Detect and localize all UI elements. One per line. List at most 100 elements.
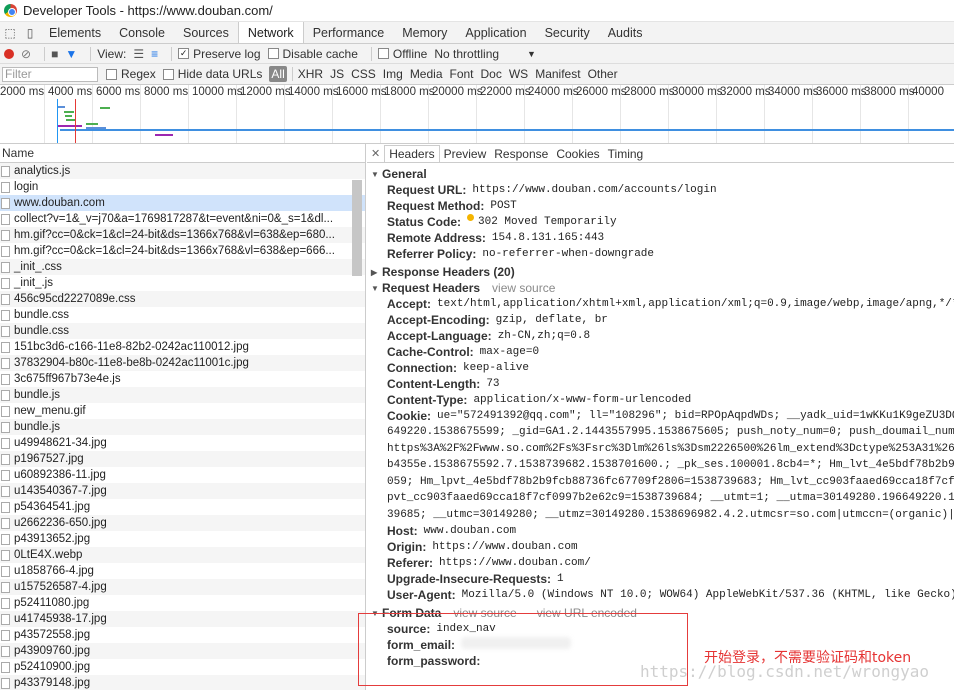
header-value: ue="572491392@qq.com"; ll="108296"; bid=… [437,410,954,422]
request-headers-section-header[interactable]: ▼ Request Headers view source [367,280,954,296]
filter-type-doc[interactable]: Doc [481,67,502,81]
checkbox-icon [162,68,174,80]
request-row[interactable]: p52410900.jpg [0,659,365,675]
request-row[interactable]: p43379148.jpg [0,675,365,690]
request-row[interactable]: login [0,179,365,195]
window-titlebar: Developer Tools - https://www.douban.com… [0,0,954,22]
overview-button[interactable]: ≡ [151,47,158,61]
request-row[interactable]: u2662236-650.jpg [0,515,365,531]
filter-type-ws[interactable]: WS [509,67,528,81]
file-icon [1,213,10,225]
tab-security[interactable]: Security [536,22,599,43]
header-value: 1 [557,573,564,585]
request-row[interactable]: p1967527.jpg [0,451,365,467]
request-row[interactable]: analytics.js [0,163,365,179]
response-headers-section-header[interactable]: ▶ Response Headers (20) [367,264,954,280]
general-section-header[interactable]: ▼ General [367,166,954,182]
capture-screenshots-button[interactable]: ■ [51,47,58,61]
request-list-scrollbar[interactable] [352,180,362,276]
filter-type-all[interactable]: All [269,66,287,82]
device-toolbar-icon[interactable]: ▯ [20,22,40,43]
request-row[interactable]: 151bc3d6-c166-11e8-82b2-0242ac110012.jpg [0,339,365,355]
request-row[interactable]: _init_.css [0,259,365,275]
tab-cookies[interactable]: Cookies [552,145,603,162]
request-row[interactable]: p43913652.jpg [0,531,365,547]
network-overview-timeline[interactable]: 2000 ms 4000 ms 6000 ms 8000 ms 10000 ms 1200… [0,85,954,144]
request-row[interactable]: u60892386-11.jpg [0,467,365,483]
tab-sources[interactable]: Sources [174,22,238,43]
tab-memory[interactable]: Memory [393,22,456,43]
request-row[interactable]: hm.gif?cc=0&ck=1&cl=24-bit&ds=1366x768&v… [0,243,365,259]
filter-toggle-button[interactable]: ▼ [65,47,77,61]
request-row[interactable]: p52411080.jpg [0,595,365,611]
request-row[interactable]: new_menu.gif [0,403,365,419]
tab-performance[interactable]: Performance [304,22,394,43]
request-rows: analytics.js login www.douban.com collect?v… [0,163,365,690]
request-row[interactable]: 0LtE4X.webp [0,547,365,563]
request-row[interactable]: u49948621-34.jpg [0,435,365,451]
header-row: Connection: keep-alive [367,360,954,376]
request-row[interactable]: p43572558.jpg [0,627,365,643]
view-source-link[interactable]: view source [492,281,555,295]
general-title: General [382,167,427,181]
file-icon [1,597,10,609]
request-row[interactable]: 3c675ff967b73e4e.js [0,371,365,387]
request-row[interactable]: hm.gif?cc=0&ck=1&cl=24-bit&ds=1366x768&v… [0,227,365,243]
throttling-select[interactable]: No throttling ▼ [434,47,536,61]
tab-application[interactable]: Application [456,22,535,43]
tab-timing[interactable]: Timing [604,145,648,162]
offline-checkbox[interactable]: Offline [377,47,427,61]
header-key: Content-Type: [387,393,468,407]
filter-type-font[interactable]: Font [450,67,474,81]
window-title: Developer Tools - https://www.douban.com… [23,3,273,18]
tab-response[interactable]: Response [490,145,552,162]
request-row[interactable]: bundle.js [0,419,365,435]
request-name: u143540367-7.jpg [14,485,107,497]
filter-type-img[interactable]: Img [383,67,403,81]
clear-button[interactable]: ⊘ [21,47,31,61]
preserve-log-checkbox[interactable]: ✓ Preserve log [178,47,261,61]
inspect-element-icon[interactable]: ⬚ [0,22,20,43]
disable-cache-checkbox[interactable]: Disable cache [267,47,358,61]
filter-type-js[interactable]: JS [330,67,344,81]
filter-input[interactable]: Filter [2,66,98,82]
tab-headers[interactable]: Headers [384,145,440,162]
large-rows-button[interactable]: ☰ [133,47,144,61]
tab-network[interactable]: Network [237,22,304,43]
timeline-tick-label: 18000 ms [384,86,435,98]
timeline-tick-label: 2000 ms [0,86,45,98]
timeline-tick-label: 40000 [912,86,944,98]
filter-type-manifest[interactable]: Manifest [535,67,580,81]
request-row[interactable]: 37832904-b80c-11e8-be8b-0242ac11001c.jpg [0,355,365,371]
request-row[interactable]: _init_.js [0,275,365,291]
tab-audits[interactable]: Audits [599,22,652,43]
request-name: p43913652.jpg [14,533,91,545]
request-name: collect?v=1&_v=j70&a=1769817287&t=event&… [14,213,334,225]
tab-elements[interactable]: Elements [40,22,110,43]
filter-type-css[interactable]: CSS [351,67,376,81]
request-row[interactable]: bundle.css [0,307,365,323]
request-row[interactable]: p43909760.jpg [0,643,365,659]
request-row[interactable]: u143540367-7.jpg [0,483,365,499]
file-icon [1,613,10,625]
request-row[interactable]: 456c95cd2227089e.css [0,291,365,307]
hide-data-urls-checkbox[interactable]: Hide data URLs [162,67,262,81]
request-row[interactable]: bundle.css [0,323,365,339]
record-button[interactable] [4,48,14,59]
tab-preview[interactable]: Preview [440,145,491,162]
regex-checkbox[interactable]: Regex [106,67,156,81]
tab-console[interactable]: Console [110,22,174,43]
filter-type-xhr[interactable]: XHR [298,67,323,81]
request-row[interactable]: collect?v=1&_v=j70&a=1769817287&t=event&… [0,211,365,227]
request-row[interactable]: u1858766-4.jpg [0,563,365,579]
request-row[interactable]: p54364541.jpg [0,499,365,515]
request-row[interactable]: u41745938-17.jpg [0,611,365,627]
name-column-header[interactable]: Name [0,144,365,163]
close-details-icon[interactable]: ✕ [367,145,384,162]
request-row[interactable]: u157526587-4.jpg [0,579,365,595]
request-row[interactable]: www.douban.com [0,195,365,211]
header-value: max-age=0 [479,346,540,358]
filter-type-media[interactable]: Media [410,67,443,81]
filter-type-other[interactable]: Other [588,67,618,81]
request-row[interactable]: bundle.js [0,387,365,403]
